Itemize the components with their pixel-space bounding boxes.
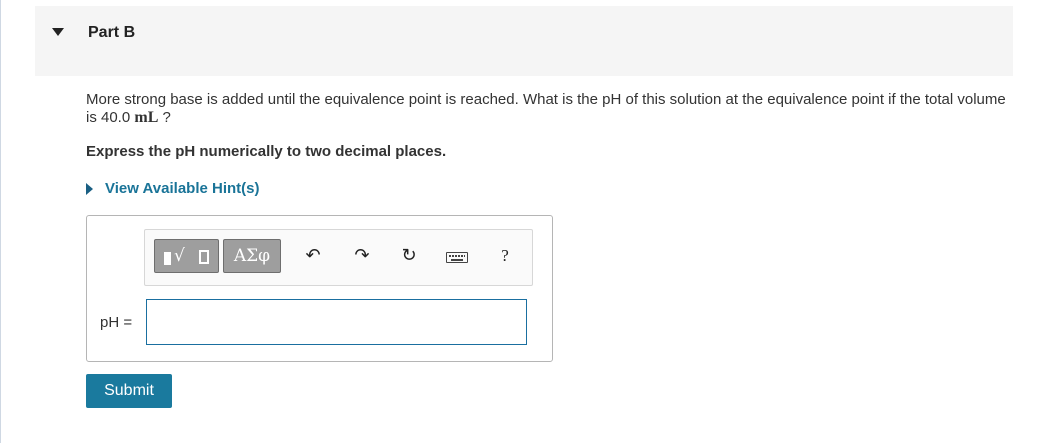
ph-answer-input[interactable] (146, 299, 527, 345)
redo-icon[interactable]: ↷ (349, 243, 375, 269)
part-header (35, 6, 1013, 76)
left-border (0, 0, 1, 443)
help-icon[interactable]: ? (495, 243, 515, 269)
math-toolbar: √ ΑΣφ ↶ ↷ ↻ ? (144, 229, 533, 286)
templates-icon (164, 252, 171, 265)
question-text: More strong base is added until the equi… (86, 91, 1006, 127)
view-hints-link[interactable]: View Available Hint(s) (105, 180, 260, 197)
part-title: Part B (88, 24, 136, 41)
placeholder-box-icon (199, 250, 209, 264)
templates-button[interactable]: √ (154, 239, 219, 273)
hint-expand-icon[interactable] (86, 183, 93, 195)
symbols-button[interactable]: ΑΣφ (223, 239, 281, 273)
keyboard-icon[interactable] (446, 252, 468, 263)
radical-icon: √ (174, 246, 185, 266)
reset-icon[interactable]: ↻ (396, 243, 422, 269)
submit-button[interactable]: Submit (86, 374, 172, 408)
symbols-label: ΑΣφ (233, 246, 271, 266)
question-text-end: ? (158, 109, 171, 126)
question-text-main: More strong base is added until the equi… (86, 91, 1006, 126)
ph-label: pH = (100, 314, 133, 331)
collapse-triangle-icon[interactable] (52, 28, 64, 36)
undo-icon[interactable]: ↶ (300, 243, 326, 269)
instruction-text: Express the pH numerically to two decima… (86, 143, 447, 160)
volume-unit: mL (134, 109, 159, 126)
